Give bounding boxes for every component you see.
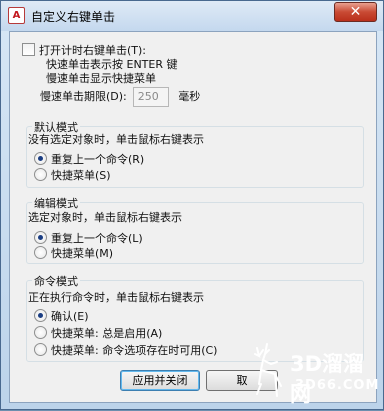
command-mode-title: 命令模式: [32, 273, 80, 289]
radio-button[interactable]: [34, 231, 47, 244]
option-label: 确认(E): [51, 310, 89, 323]
window-title: 自定义右键单击: [31, 10, 116, 24]
radio-button[interactable]: [34, 246, 47, 259]
command-mode-option-menu-when-options[interactable]: 快捷菜单: 命令选项存在时可用(C): [34, 342, 217, 358]
watermark: 3D溜溜网 3D66.COM: [245, 334, 384, 411]
default-mode-description: 没有选定对象时，单击鼠标右键表示: [28, 133, 204, 146]
autocad-app-icon: A: [8, 7, 25, 24]
command-mode-option-confirm[interactable]: 确认(E): [34, 308, 89, 324]
apply-and-close-button[interactable]: 应用并关闭: [120, 370, 200, 391]
option-label: 重复上一个命令(L): [51, 232, 143, 245]
command-mode-option-always-menu[interactable]: 快捷菜单: 总是启用(A): [34, 325, 162, 341]
slow-click-description: 慢速单击显示快捷菜单: [46, 72, 156, 85]
watermark-url: 3D66.COM: [295, 378, 380, 393]
option-label: 快捷菜单: 命令选项存在时可用(C): [51, 344, 218, 357]
default-mode-option-repeat[interactable]: 重复上一个命令(R): [34, 151, 144, 167]
radio-button[interactable]: [34, 152, 47, 165]
title-bar[interactable]: A 自定义右键单击 ✕: [1, 1, 383, 31]
radio-button[interactable]: [34, 168, 47, 181]
edit-mode-option-shortcut-menu[interactable]: 快捷菜单(M): [34, 245, 113, 261]
duration-row: 慢速单击期限(D): 250 毫秒: [40, 87, 200, 107]
radio-button[interactable]: [34, 309, 47, 322]
duration-unit: 毫秒: [178, 90, 201, 103]
dialog-window: A 自定义右键单击 ✕ 打开计时右键单击(T): 快速单击表示按 ENTER 键…: [0, 0, 384, 410]
duration-input[interactable]: 250: [132, 87, 169, 107]
edit-mode-option-repeat[interactable]: 重复上一个命令(L): [34, 230, 143, 246]
option-label: 重复上一个命令(R): [51, 153, 145, 166]
duration-label: 慢速单击期限(D):: [40, 90, 127, 103]
radio-button[interactable]: [34, 343, 47, 356]
option-label: 快捷菜单(S): [51, 169, 111, 182]
default-mode-option-shortcut-menu[interactable]: 快捷菜单(S): [34, 167, 111, 183]
edit-mode-description: 选定对象时，单击鼠标右键表示: [28, 211, 182, 224]
radio-button[interactable]: [34, 326, 47, 339]
option-label: 快捷菜单(M): [51, 247, 114, 260]
deer-logo-icon: [254, 343, 282, 397]
timed-right-click-checkbox[interactable]: [22, 43, 35, 56]
close-button[interactable]: ✕: [334, 2, 377, 22]
option-label: 快捷菜单: 总是启用(A): [51, 327, 163, 340]
command-mode-description: 正在执行命令时，单击鼠标右键表示: [28, 291, 204, 304]
